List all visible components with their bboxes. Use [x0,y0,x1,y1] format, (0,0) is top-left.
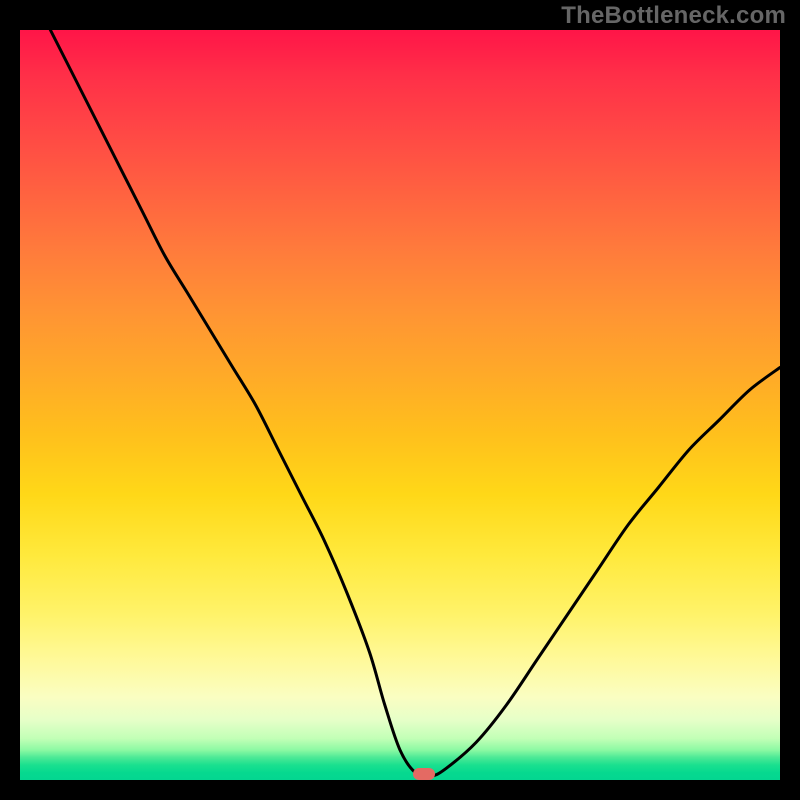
optimal-point-marker [413,768,435,780]
bottleneck-curve [20,30,780,780]
watermark-text: TheBottleneck.com [561,2,786,30]
